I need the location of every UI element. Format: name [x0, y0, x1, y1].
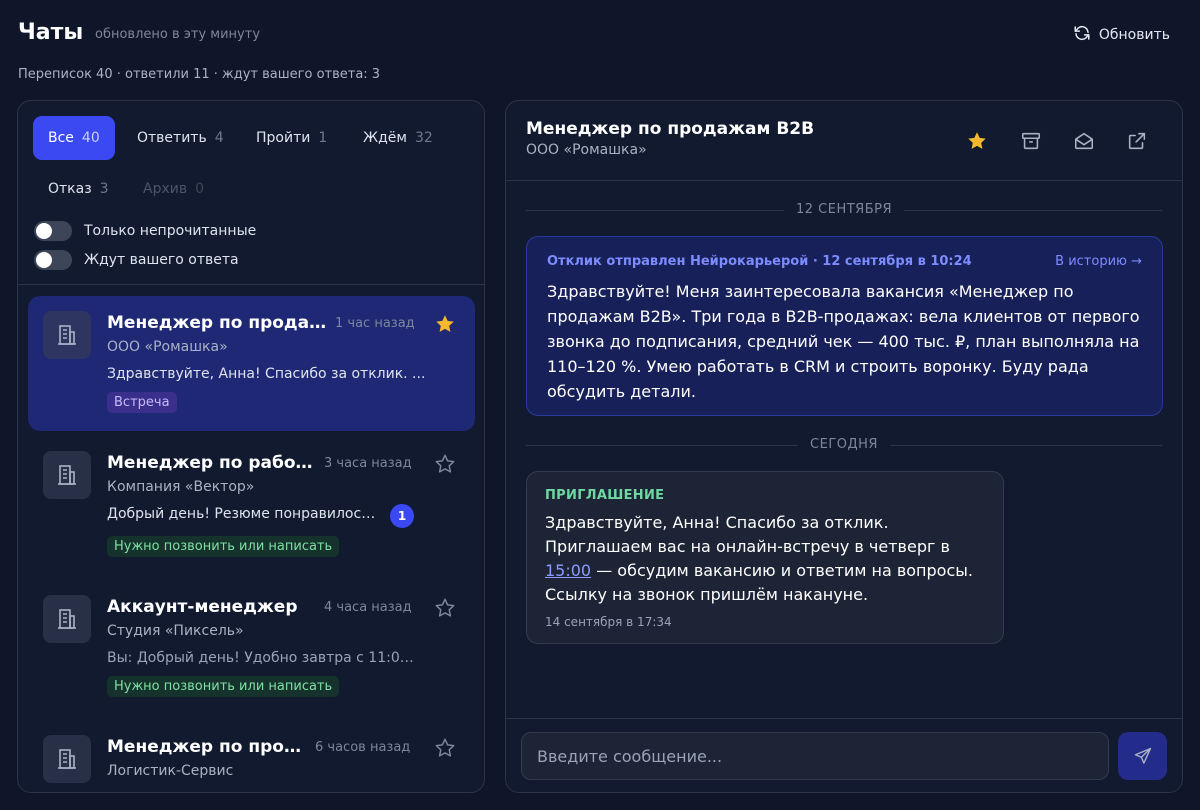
building-icon [58, 325, 76, 345]
date-separator: СЕГОДНЯ [526, 435, 1162, 455]
tab-count: 1 [318, 130, 328, 146]
unread-badge: 1 [390, 504, 414, 528]
unread-filter: Только непрочитанные [34, 221, 256, 241]
updated-status: обновлено в эту минуту [95, 27, 261, 42]
star-icon[interactable] [434, 597, 456, 619]
tab-count: 3 [99, 181, 109, 197]
page-title: Чаты [18, 20, 84, 45]
tab-label: Пройти [256, 130, 311, 146]
chat-title: Аккаунт-менеджер [107, 597, 298, 617]
history-link[interactable]: В историю → [1055, 254, 1142, 269]
chat-company: Логистик-Сервис [107, 763, 234, 779]
conversation-panel: Менеджер по продажам B2B ООО «Ромашка» 1… [505, 100, 1183, 793]
unread-filter-label: Только непрочитанные [84, 223, 257, 239]
message-text: Здравствуйте, Анна! Спасибо за отклик. П… [545, 511, 985, 607]
stats-line: Переписок 40 · ответили 11 · ждут вашего… [18, 67, 381, 82]
tab-label: Отказ [48, 181, 92, 197]
mail-open-icon[interactable] [1073, 130, 1095, 152]
tab-waiting[interactable]: Ждём 32 [348, 116, 448, 160]
chat-time: 1 час назад [335, 316, 415, 331]
archive-icon[interactable] [1020, 130, 1042, 152]
external-link-icon[interactable] [1126, 130, 1148, 152]
chat-time: 4 часа назад [324, 600, 412, 615]
date-separator: 12 СЕНТЯБРЯ [526, 200, 1162, 220]
chat-list: Менеджер по продажа... 1 час назад ООО «… [18, 286, 484, 792]
star-icon[interactable] [966, 130, 988, 152]
message-meta: Отклик отправлен Нейрокарьерой · 12 сент… [547, 254, 972, 269]
tab-label: Ждём [363, 130, 407, 146]
conversation-company: ООО «Ромашка» [526, 142, 647, 158]
refresh-button[interactable]: Обновить [1073, 24, 1170, 46]
chat-title: Менеджер по прода... [107, 737, 307, 757]
send-button[interactable] [1118, 732, 1167, 780]
building-icon [58, 465, 76, 485]
unread-toggle[interactable] [34, 221, 72, 241]
chat-list-item[interactable]: Менеджер по прода... 6 часов назад Логис… [28, 720, 475, 792]
company-avatar [43, 451, 91, 499]
tab-count: 4 [214, 130, 224, 146]
divider [506, 180, 1182, 181]
conversation-title: Менеджер по продажам B2B [526, 119, 815, 139]
tab-label: Ответить [137, 130, 207, 146]
company-avatar [43, 735, 91, 783]
chat-company: Компания «Вектор» [107, 479, 255, 495]
refresh-label: Обновить [1098, 27, 1170, 43]
star-icon[interactable] [434, 453, 456, 475]
tab-count: 40 [81, 130, 100, 146]
chat-company: ООО «Ромашка» [107, 339, 228, 355]
tab-rejected[interactable]: Отказ 3 [33, 167, 124, 211]
sent-application-message: Отклик отправлен Нейрокарьерой · 12 сент… [526, 236, 1163, 416]
status-tag: Нужно позвонить или написать [107, 536, 340, 557]
message-input[interactable] [521, 732, 1109, 780]
chat-preview: Здравствуйте, Анна! Спасибо за отклик. .… [107, 366, 426, 382]
divider [18, 284, 484, 285]
tab-count: 0 [195, 181, 205, 197]
chat-list-item[interactable]: Аккаунт-менеджер 4 часа назад Студия «Пи… [28, 580, 475, 718]
chat-time: 3 часа назад [324, 456, 412, 471]
refresh-icon [1073, 24, 1091, 46]
tab-label: Все [48, 130, 74, 146]
tab-all[interactable]: Все 40 [33, 116, 115, 160]
chat-list-panel: Все 40 Ответить 4 Пройти 1 Ждём 32 Отказ… [17, 100, 485, 793]
tab-label: Архив [143, 181, 188, 197]
company-avatar [43, 311, 91, 359]
building-icon [58, 609, 76, 629]
star-icon[interactable] [434, 737, 456, 759]
date-label-wrap: 12 СЕНТЯБРЯ [526, 202, 1162, 217]
star-icon[interactable] [434, 313, 456, 335]
awaiting-filter: Ждут вашего ответа [34, 250, 239, 270]
chat-list-item[interactable]: Менеджер по продажа... 1 час назад ООО «… [28, 296, 475, 431]
invite-text-part2: — обсудим вакансию и ответим на вопросы.… [545, 561, 973, 604]
awaiting-filter-label: Ждут вашего ответа [84, 252, 239, 268]
meeting-time-link[interactable]: 15:00 [545, 561, 591, 580]
awaiting-toggle[interactable] [34, 250, 72, 270]
date-label-wrap: СЕГОДНЯ [526, 437, 1162, 452]
chat-preview: Добрый день! Резюме понравилось... [107, 506, 382, 522]
tab-attend[interactable]: Пройти 1 [241, 116, 342, 160]
invitation-message: ПРИГЛАШЕНИЕ Здравствуйте, Анна! Спасибо … [526, 471, 1004, 644]
status-tag: Встреча [107, 392, 177, 413]
chat-preview: Вы: Добрый день! Удобно завтра с 11:00 .… [107, 650, 417, 666]
invite-text-part1: Здравствуйте, Анна! Спасибо за отклик. П… [545, 513, 950, 556]
chat-list-item[interactable]: Менеджер по работе ... 3 часа назад Комп… [28, 436, 475, 574]
tab-count: 32 [414, 130, 433, 146]
status-tag: Нужно позвонить или написать [107, 676, 340, 697]
message-timestamp: 14 сентября в 17:34 [545, 615, 672, 629]
tab-reply[interactable]: Ответить 4 [122, 116, 239, 160]
message-text: Здравствуйте! Меня заинтересовала ваканс… [547, 282, 1140, 401]
chat-company: Студия «Пиксель» [107, 623, 244, 639]
chat-time: 6 часов назад [315, 740, 411, 755]
chat-title: Менеджер по работе ... [107, 453, 317, 473]
date-label: 12 СЕНТЯБРЯ [783, 202, 904, 217]
company-avatar [43, 595, 91, 643]
chat-title: Менеджер по продажа... [107, 313, 332, 333]
invitation-label: ПРИГЛАШЕНИЕ [545, 488, 665, 503]
date-label: СЕГОДНЯ [798, 437, 890, 452]
send-icon [1134, 747, 1151, 764]
building-icon [58, 749, 76, 769]
message-composer [506, 718, 1182, 792]
tab-archive[interactable]: Архив 0 [128, 167, 219, 211]
